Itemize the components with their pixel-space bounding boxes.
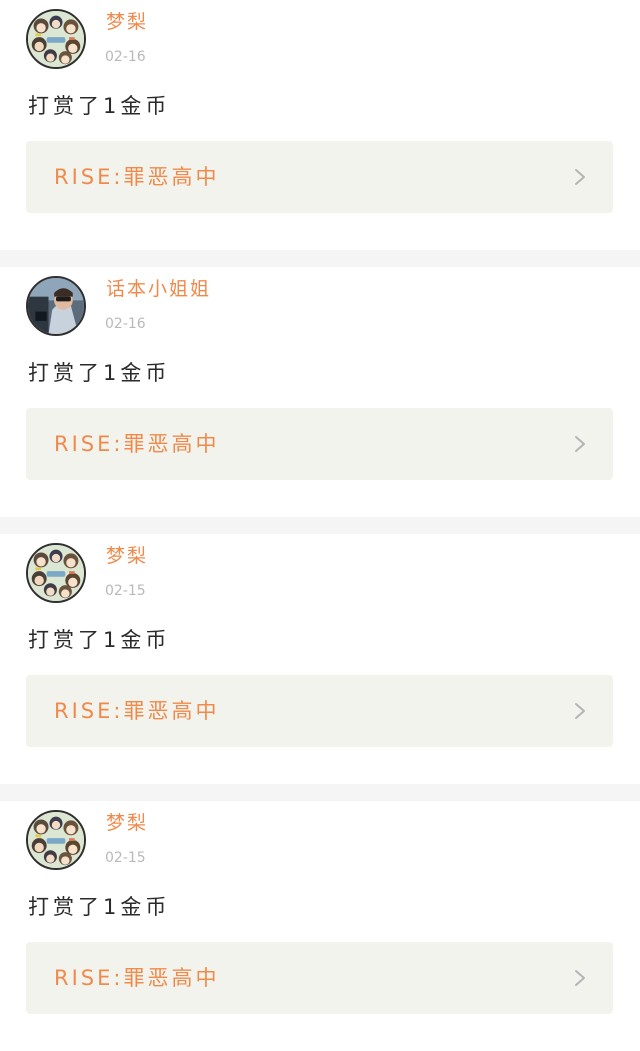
reward-action-text: 打赏了1金币 bbox=[28, 628, 171, 652]
avatar-person-photo-image bbox=[28, 278, 84, 334]
avatar[interactable] bbox=[26, 810, 86, 870]
reward-action-text: 打赏了1金币 bbox=[28, 895, 171, 919]
avatar[interactable] bbox=[26, 543, 86, 603]
avatar-anime-group-image bbox=[28, 812, 84, 868]
reward-feed: 梦梨 02-16 打赏了1金币 RISE:罪恶高中 话本小姐姐 02-16 打赏… bbox=[0, 0, 640, 1051]
novel-title: RISE:罪恶高中 bbox=[54, 966, 220, 990]
novel-link[interactable]: RISE:罪恶高中 bbox=[26, 408, 613, 480]
reward-card: 梦梨 02-15 打赏了1金币 RISE:罪恶高中 bbox=[0, 801, 640, 1051]
reward-action-text: 打赏了1金币 bbox=[28, 361, 171, 385]
avatar-anime-group-image bbox=[28, 545, 84, 601]
novel-title: RISE:罪恶高中 bbox=[54, 699, 220, 723]
card-separator bbox=[0, 784, 640, 801]
reward-card: 梦梨 02-15 打赏了1金币 RISE:罪恶高中 bbox=[0, 534, 640, 784]
avatar[interactable] bbox=[26, 9, 86, 69]
post-date: 02-16 bbox=[105, 316, 146, 332]
card-separator bbox=[0, 517, 640, 534]
reward-card: 话本小姐姐 02-16 打赏了1金币 RISE:罪恶高中 bbox=[0, 267, 640, 517]
reward-card: 梦梨 02-16 打赏了1金币 RISE:罪恶高中 bbox=[0, 0, 640, 250]
novel-link[interactable]: RISE:罪恶高中 bbox=[26, 141, 613, 213]
post-date: 02-15 bbox=[105, 583, 146, 599]
card-separator bbox=[0, 250, 640, 267]
novel-title: RISE:罪恶高中 bbox=[54, 432, 220, 456]
post-date: 02-15 bbox=[105, 850, 146, 866]
chevron-right-icon bbox=[575, 703, 585, 719]
reward-action-text: 打赏了1金币 bbox=[28, 94, 171, 118]
username[interactable]: 话本小姐姐 bbox=[106, 277, 211, 301]
avatar[interactable] bbox=[26, 276, 86, 336]
username[interactable]: 梦梨 bbox=[106, 544, 148, 568]
novel-title: RISE:罪恶高中 bbox=[54, 165, 220, 189]
username[interactable]: 梦梨 bbox=[106, 811, 148, 835]
avatar-anime-group-image bbox=[28, 11, 84, 67]
chevron-right-icon bbox=[575, 169, 585, 185]
novel-link[interactable]: RISE:罪恶高中 bbox=[26, 675, 613, 747]
username[interactable]: 梦梨 bbox=[106, 10, 148, 34]
post-date: 02-16 bbox=[105, 49, 146, 65]
chevron-right-icon bbox=[575, 436, 585, 452]
chevron-right-icon bbox=[575, 970, 585, 986]
novel-link[interactable]: RISE:罪恶高中 bbox=[26, 942, 613, 1014]
